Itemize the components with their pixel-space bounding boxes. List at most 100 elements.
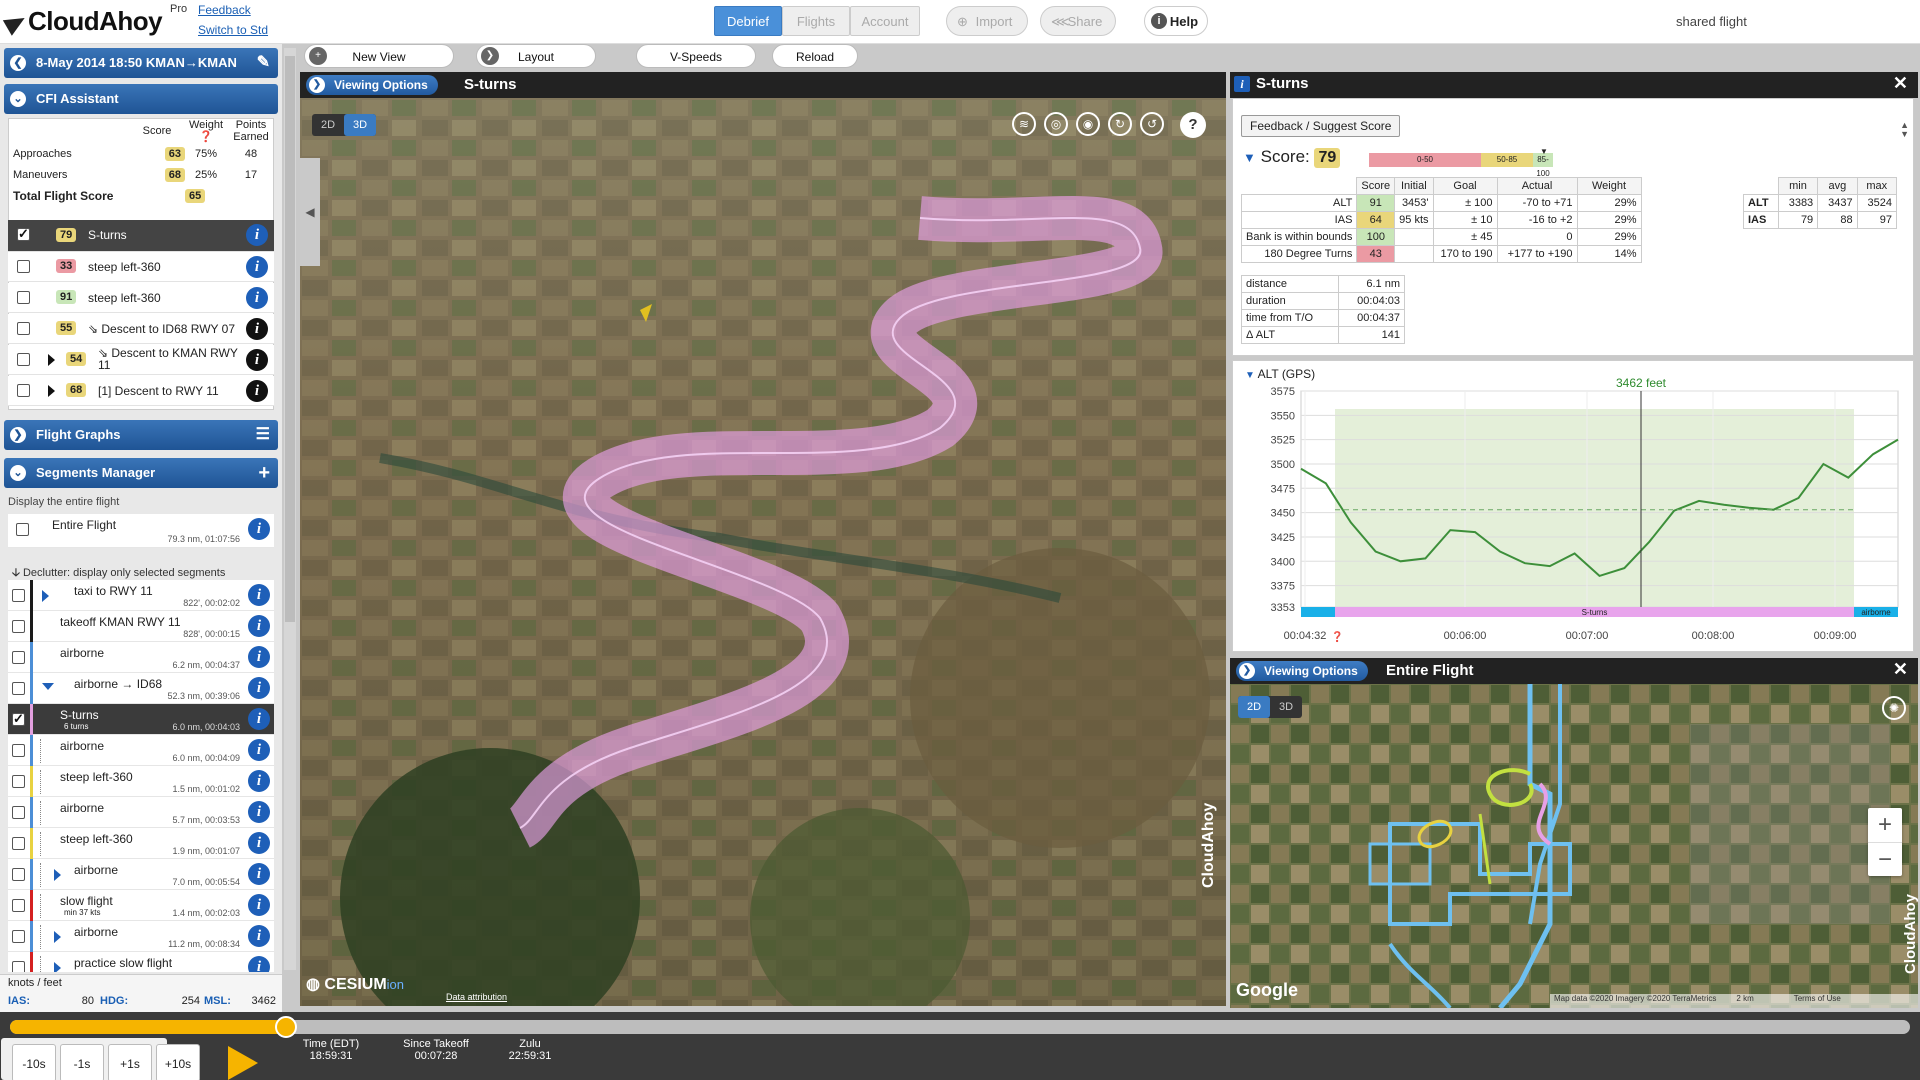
info-icon[interactable]: i [248,801,270,823]
debrief-tab[interactable]: Debrief [714,6,782,36]
info-icon[interactable]: i [248,770,270,792]
back-10s-button[interactable]: -10s [12,1044,56,1080]
segment-row[interactable]: steep left-360 1.5 nm, 00:01:02 i [8,766,274,797]
segment-row[interactable]: S-turns6 turns 6.0 nm, 00:04:03 i [8,704,274,735]
account-tab[interactable]: Account [850,6,920,36]
flight-title-bar[interactable]: ❮ 8-May 2014 18:50 KMAN→KMAN ✎ [4,48,278,78]
cfi-item[interactable]: 91 steep left-360 i [8,283,274,313]
left-scrollbar[interactable] [284,48,296,970]
mode-3d-button[interactable]: 3D [344,114,376,136]
feedback-link[interactable]: Feedback [198,3,251,17]
scroll-arrows[interactable]: ▲ ▼ [1900,121,1909,139]
help-button[interactable]: i Help [1144,6,1208,36]
expand-triangle-icon[interactable] [54,962,61,972]
info-icon[interactable]: i [246,287,268,309]
alt-chart[interactable]: 3575 3550 3525 3500 3475 3450 3425 3400 3375 3353… [1233,361,1913,651]
cfi-item[interactable]: 54 ⇘ Descent to KMAN RWY 11 i [8,345,274,375]
terms-link[interactable]: Terms of Use [1794,994,1841,1003]
expand-triangle-icon[interactable] [48,354,55,369]
segment-checkbox[interactable] [12,620,25,633]
segments-manager-header[interactable]: ⌄ Segments Manager + [4,458,278,488]
chevron-left-icon[interactable]: ❮ [10,55,26,71]
layout-button[interactable]: ❯ Layout [476,44,596,68]
info-icon[interactable]: i [248,677,270,699]
new-view-button[interactable]: + New View [304,44,454,68]
collapse-triangle-icon[interactable] [42,683,54,690]
segment-checkbox[interactable] [12,961,25,972]
layers-icon[interactable]: ≋ [1012,112,1036,136]
info-icon[interactable]: i [248,615,270,637]
info-icon[interactable]: i [248,956,270,972]
info-icon[interactable]: i [246,380,268,402]
settings-icon[interactable]: ✺ [1882,696,1906,720]
info-icon[interactable]: i [248,584,270,606]
orbit-icon[interactable]: ◎ [1044,112,1068,136]
info-icon[interactable]: i [248,832,270,854]
cfi-item-s-turns[interactable]: 79S-turnsi [8,220,274,252]
zoom-in-button[interactable]: + [1868,808,1902,842]
info-icon[interactable]: i [246,224,268,246]
cloudahoy-logo[interactable]: CloudAhoy [2,6,163,37]
item-checkbox[interactable] [17,384,30,397]
item-checkbox[interactable] [17,226,30,242]
import-button[interactable]: ⊕ Import [946,6,1028,36]
segment-row[interactable]: practice slow flight i [8,952,274,972]
segment-checkbox[interactable] [12,682,25,695]
map-2d-button[interactable]: 2D [1238,696,1270,718]
collapse-left-handle[interactable]: ◀ [300,158,320,266]
zoom-out-button[interactable]: − [1868,842,1902,876]
segment-row[interactable]: airborne 5.7 nm, 00:03:53 i [8,797,274,828]
segment-row[interactable]: airborne 6.0 nm, 00:04:09 i [8,735,274,766]
expand-triangle-icon[interactable] [54,931,61,943]
cfi-item[interactable]: 33 steep left-360 i [8,252,274,282]
info-icon[interactable]: i [248,518,270,540]
info-icon[interactable]: i [248,708,270,730]
segment-row[interactable]: taxi to RWY 11 822', 00:02:02 i [8,580,274,611]
help-icon[interactable]: ❓ [199,131,213,143]
menu-icon[interactable]: ☰ [256,420,270,450]
viewing-options-button[interactable]: ❯ Viewing Options [306,75,438,95]
item-checkbox[interactable] [17,260,30,273]
segment-row[interactable]: steep left-360 1.9 nm, 00:01:07 i [8,828,274,859]
map-view[interactable]: 2D 3D ✺ + − Google Map data ©2020 Imager… [1230,684,1918,1008]
expand-triangle-icon[interactable] [54,869,61,881]
segment-checkbox[interactable] [12,744,25,757]
cesium-logo[interactable]: ◍ CESIUMion [306,974,404,994]
segment-checkbox[interactable] [12,775,25,788]
share-button[interactable]: ⋘ Share [1040,6,1116,36]
v-speeds-button[interactable]: V-Speeds [636,44,756,68]
item-checkbox[interactable] [17,291,30,304]
segment-checkbox[interactable] [12,806,25,819]
edit-pencil-icon[interactable]: ✎ [257,48,270,78]
segment-checkbox[interactable] [12,651,25,664]
info-icon[interactable]: i [248,646,270,668]
segment-row[interactable]: airborne → ID68 52.3 nm, 00:39:06 i [8,673,274,704]
forward-10s-button[interactable]: +10s [156,1044,200,1080]
segment-checkbox[interactable] [12,837,25,850]
item-checkbox[interactable] [17,353,30,366]
item-checkbox[interactable] [17,322,30,335]
help-icon[interactable]: ? [1180,112,1206,138]
mode-2d-button[interactable]: 2D [312,114,344,136]
info-icon[interactable]: i [248,925,270,947]
feedback-suggest-button[interactable]: Feedback / Suggest Score [1241,115,1401,137]
terrain-3d-view[interactable]: 2D 3D ≋ ◎ ◉ ↻ ↺ ? ◀ ◍ CESIUMion Data att… [300,98,1226,1006]
forward-1s-button[interactable]: +1s [108,1044,152,1080]
map-viewing-options-button[interactable]: ❯ Viewing Options [1236,661,1368,681]
segment-row[interactable]: airborne 6.2 nm, 00:04:37 i [8,642,274,673]
close-icon[interactable]: ✕ [1893,73,1908,94]
segment-row[interactable]: airborne 11.2 nm, 00:08:34 i [8,921,274,952]
timeline-handle[interactable] [274,1016,297,1038]
info-icon[interactable]: i [248,894,270,916]
info-icon[interactable]: i [248,863,270,885]
target-icon[interactable]: ◉ [1076,112,1100,136]
play-icon[interactable] [228,1046,258,1080]
cfi-assistant-header[interactable]: ⌄ CFI Assistant [4,84,278,114]
segment-checkbox[interactable] [12,711,25,727]
info-icon[interactable]: i [248,739,270,761]
segment-checkbox[interactable] [12,589,25,602]
flights-tab[interactable]: Flights [782,6,850,36]
segment-checkbox[interactable] [12,930,25,943]
expand-triangle-icon[interactable] [48,385,55,400]
map-3d-button[interactable]: 3D [1270,696,1302,718]
